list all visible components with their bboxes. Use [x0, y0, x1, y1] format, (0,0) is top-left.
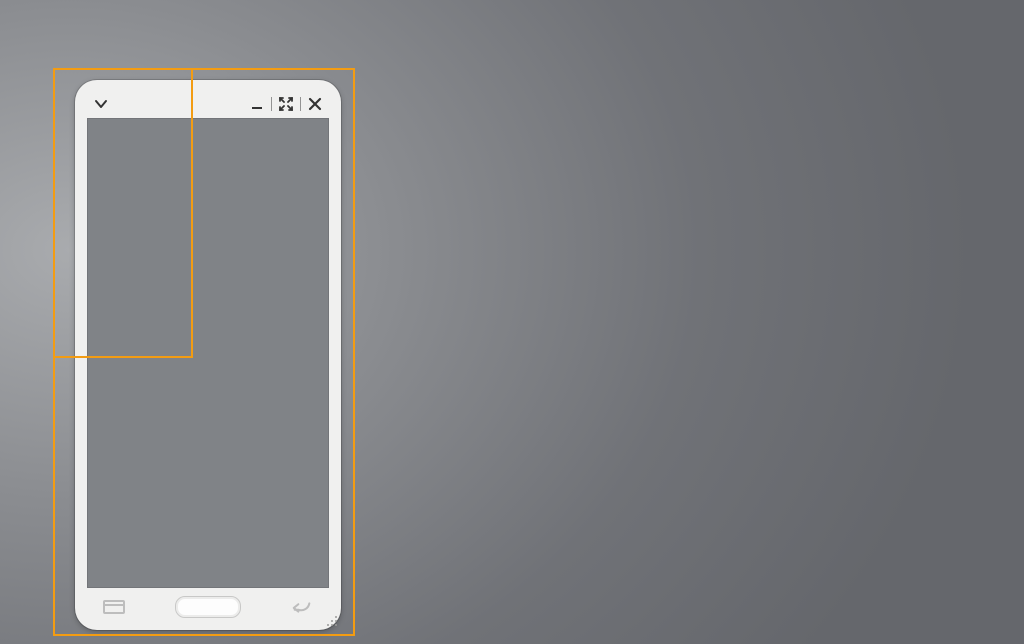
inner-highlight-box — [53, 68, 193, 358]
diagram-canvas — [0, 0, 1024, 644]
